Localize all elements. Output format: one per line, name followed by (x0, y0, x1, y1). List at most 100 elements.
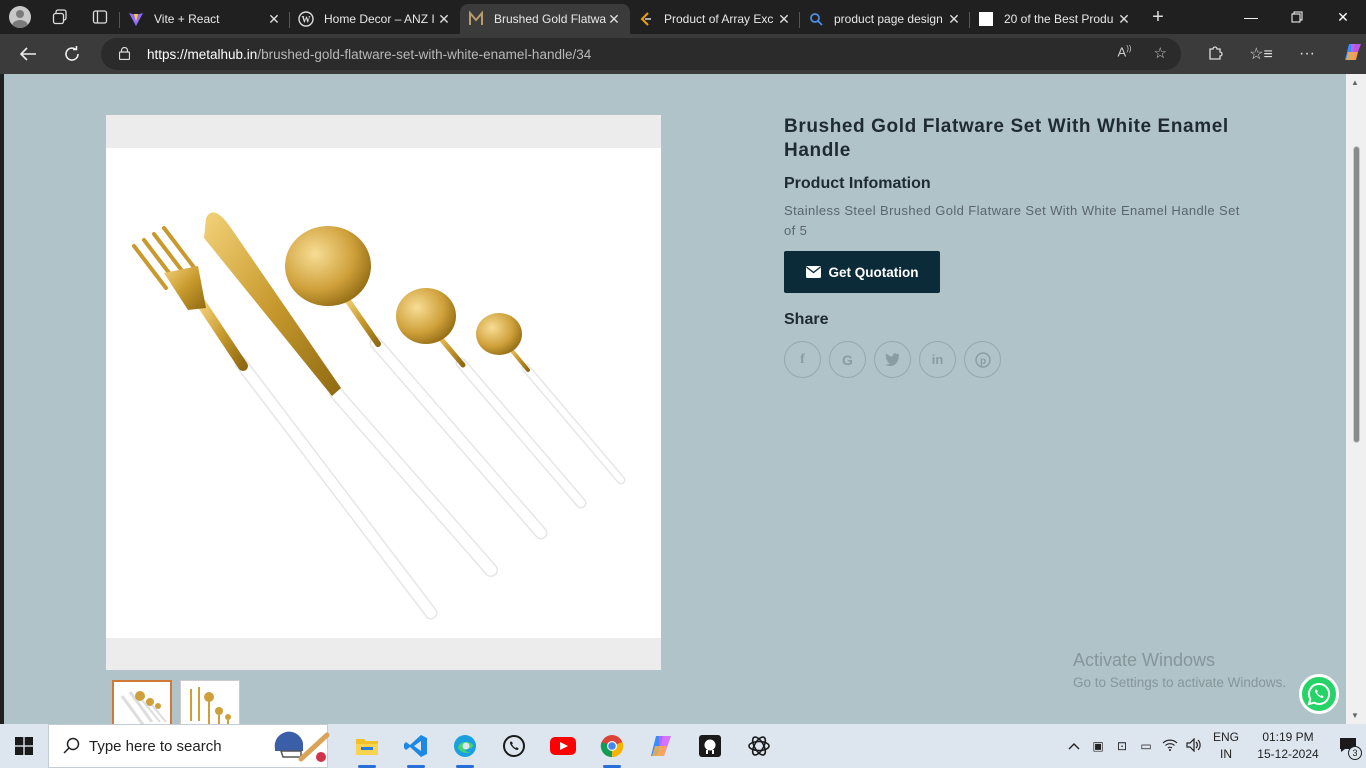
taskbar-search-box[interactable]: Type here to search (48, 724, 330, 768)
tab-title: Brushed Gold Flatwa (494, 12, 606, 26)
youtube-icon[interactable] (538, 724, 587, 768)
workspaces-icon[interactable] (40, 0, 80, 34)
read-aloud-icon[interactable]: A)) (1118, 44, 1132, 62)
edge-icon[interactable] (440, 724, 489, 768)
windows-start-icon[interactable] (0, 724, 48, 768)
notification-center-icon[interactable]: 3 (1330, 737, 1366, 760)
activate-windows-watermark: Activate Windows Go to Settings to activ… (1073, 650, 1286, 690)
tab-home-decor[interactable]: W Home Decor – ANZ I ✕ (289, 4, 460, 34)
get-quotation-label: Get Quotation (828, 264, 919, 280)
envelope-icon (805, 266, 821, 278)
wifi-icon[interactable] (1158, 739, 1182, 754)
tab-title: product page design (834, 12, 943, 26)
tab-product-page-design[interactable]: product page design ✕ (799, 4, 970, 34)
search-placeholder: Type here to search (89, 737, 222, 755)
tab-best-products[interactable]: 20 of the Best Produ ✕ (969, 4, 1140, 34)
facebook-icon[interactable]: f (784, 341, 821, 378)
close-icon[interactable]: ✕ (266, 11, 282, 28)
scrollbar-thumb[interactable] (1353, 146, 1360, 443)
close-window-icon[interactable]: ✕ (1320, 0, 1366, 34)
extensions-icon[interactable] (1192, 44, 1238, 65)
product-page: Brushed Gold Flatware Set With White Ena… (4, 74, 1346, 724)
clock-time: 01:19 PM (1262, 730, 1314, 744)
favorites-icon[interactable]: ☆≡ (1238, 44, 1284, 64)
pinterest-icon[interactable]: p (964, 341, 1001, 378)
close-icon[interactable]: ✕ (776, 11, 792, 28)
new-tab-button[interactable]: + (1140, 6, 1176, 29)
refresh-icon[interactable] (50, 34, 94, 74)
tab-title: 20 of the Best Produ (1004, 12, 1114, 26)
url-field[interactable]: https://metalhub.in/brushed-gold-flatwar… (101, 38, 1181, 70)
windows-taskbar: Type here to search ▣ ⊡ ▭ ENG IN 01:19 P… (0, 724, 1366, 768)
tab-product-of-array[interactable]: Product of Array Exc ✕ (630, 4, 800, 34)
close-icon[interactable]: ✕ (946, 11, 962, 28)
google-icon[interactable]: G (829, 341, 866, 378)
url-host: https://metalhub.in (147, 46, 258, 62)
copilot-icon[interactable] (1330, 42, 1366, 67)
chrome-icon[interactable] (587, 724, 636, 768)
system-tray: ▣ ⊡ ▭ ENG IN 01:19 PM 15-12-2024 3 (1062, 724, 1366, 768)
product-title: Brushed Gold Flatware Set With White Ena… (784, 116, 1229, 161)
share-icons: f G in p (784, 341, 1254, 378)
wordpress-icon: W (298, 11, 314, 27)
more-menu-icon[interactable]: ··· (1284, 45, 1330, 63)
chatgpt-icon[interactable] (734, 724, 783, 768)
page-scrollbar[interactable]: ▲ ▼ (1346, 74, 1366, 724)
clock-date: 15-12-2024 (1257, 747, 1319, 761)
tab-title: Home Decor – ANZ I (324, 12, 435, 26)
vite-icon (128, 11, 144, 27)
file-explorer-icon[interactable] (342, 724, 391, 768)
github-icon[interactable] (685, 724, 734, 768)
language-code: ENG (1212, 730, 1239, 744)
product-info: Brushed Gold Flatware Set With White Ena… (784, 115, 1254, 378)
restore-icon[interactable] (1274, 0, 1320, 34)
volume-icon[interactable] (1182, 737, 1206, 755)
twitter-icon[interactable] (874, 341, 911, 378)
scroll-up-arrow-icon[interactable]: ▲ (1351, 78, 1359, 87)
linkedin-icon[interactable]: in (919, 341, 956, 378)
whatsapp-app-icon[interactable] (489, 724, 538, 768)
flatware-illustration (132, 212, 626, 620)
watermark-line-2: Go to Settings to activate Windows. (1073, 675, 1287, 690)
display-icon[interactable]: ⊡ (1110, 739, 1134, 753)
close-icon[interactable]: ✕ (1116, 11, 1132, 28)
cricket-helmet-icon (274, 731, 330, 762)
language-indicator[interactable]: ENG IN (1206, 729, 1246, 763)
leetcode-icon (638, 11, 654, 27)
clock[interactable]: 01:19 PM 15-12-2024 (1246, 729, 1330, 763)
tab-vite[interactable]: Vite + React ✕ (119, 4, 290, 34)
watermark-line-1: Activate Windows (1073, 650, 1216, 670)
thumbnail-1[interactable] (112, 680, 172, 724)
share-heading: Share (784, 311, 829, 328)
search-icon (63, 737, 80, 754)
svg-text:p: p (979, 356, 985, 367)
scroll-down-arrow-icon[interactable]: ▼ (1351, 711, 1359, 720)
whatsapp-icon (1307, 682, 1331, 706)
chevron-up-icon[interactable] (1062, 739, 1086, 753)
copilot-app-icon[interactable] (636, 724, 685, 768)
tab-brushed-gold[interactable]: Brushed Gold Flatwa ✕ (460, 4, 630, 34)
search-icon (808, 11, 824, 27)
back-arrow-icon[interactable] (6, 34, 50, 74)
browser-toolbar: ☆≡ ··· (1192, 34, 1366, 74)
close-icon[interactable]: ✕ (606, 11, 622, 28)
region-code: IN (1220, 747, 1232, 761)
window-controls: — ✕ (1228, 0, 1366, 34)
tab-title: Product of Array Exc (664, 12, 774, 26)
vscode-icon[interactable] (391, 724, 440, 768)
tab-actions-icon[interactable] (80, 0, 120, 34)
lock-icon[interactable] (119, 47, 130, 60)
minimize-icon[interactable]: — (1228, 0, 1274, 34)
get-quotation-button[interactable]: Get Quotation (784, 251, 940, 293)
product-description: Stainless Steel Brushed Gold Flatware Se… (784, 203, 1240, 238)
thumbnail-2[interactable] (180, 680, 240, 724)
profile-avatar[interactable] (0, 0, 40, 34)
battery-icon[interactable]: ▭ (1134, 739, 1158, 753)
whatsapp-chat-button[interactable] (1299, 674, 1339, 714)
metalhub-icon (468, 11, 484, 27)
url-path: /brushed-gold-flatware-set-with-white-en… (257, 46, 592, 62)
thumbnail-strip (112, 680, 240, 724)
favorite-star-icon[interactable]: ☆ (1154, 44, 1167, 62)
meet-now-icon[interactable]: ▣ (1086, 739, 1110, 753)
close-icon[interactable]: ✕ (436, 11, 452, 28)
